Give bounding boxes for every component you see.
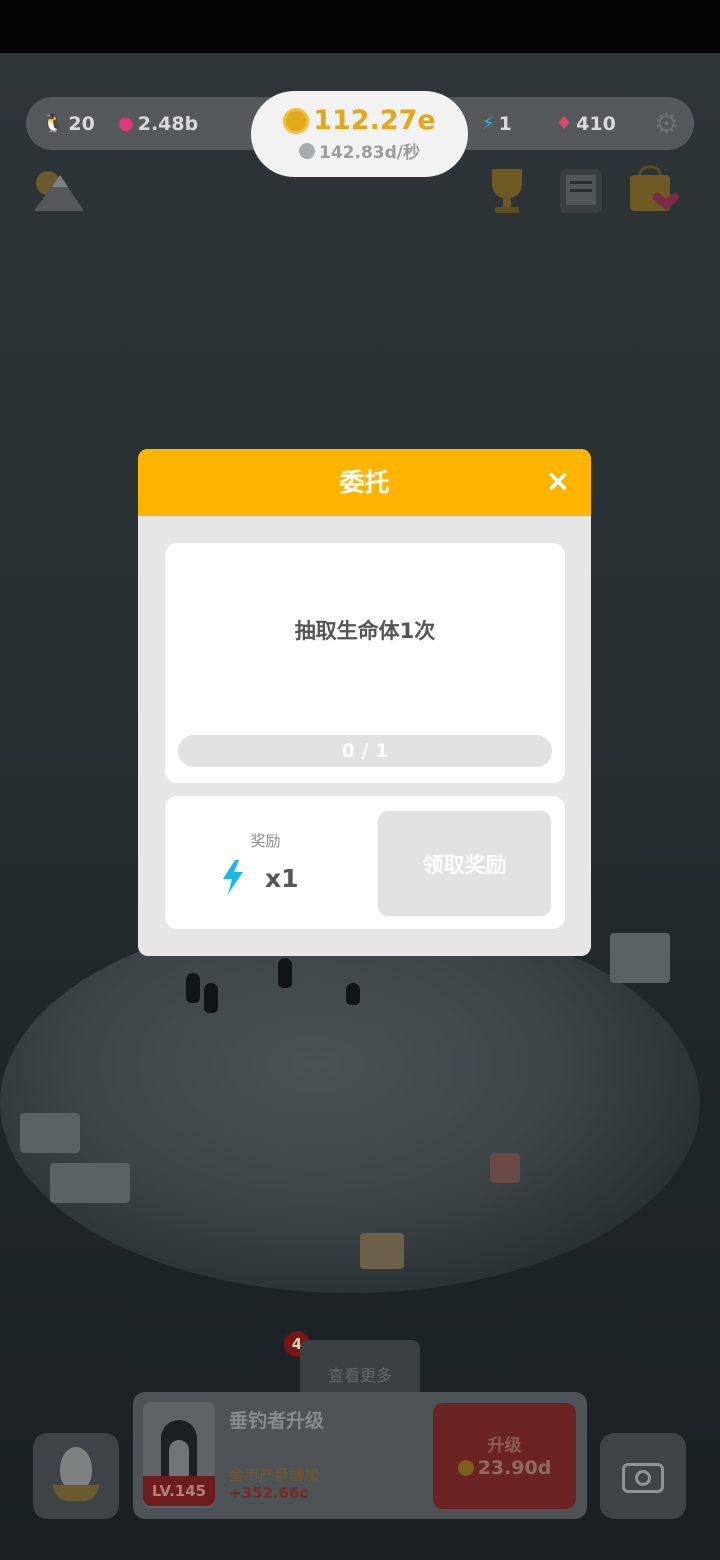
reward-quantity: x1 xyxy=(265,864,299,893)
upgrade-button[interactable]: 升级 23.90d xyxy=(433,1403,576,1509)
shop-bag-icon[interactable] xyxy=(626,165,680,215)
egg-button[interactable] xyxy=(33,1433,119,1519)
gear-icon[interactable]: ⚙ xyxy=(654,97,679,150)
upgrade-description: 金币产量增加 xyxy=(229,1466,320,1484)
claim-reward-button[interactable]: 领取奖励 xyxy=(378,811,551,916)
upgrade-bonus: +352.66c xyxy=(229,1484,309,1502)
diamond-value: 410 xyxy=(576,112,616,135)
energy-counter: ⚡ 1 xyxy=(482,97,512,150)
pink-gem-icon: ● xyxy=(118,112,134,134)
mountain-map-icon[interactable] xyxy=(32,165,86,215)
upgrade-panel: LV.145 垂钓者升级 金币产量增加 +352.66c 升级 23.90d xyxy=(133,1392,587,1519)
coin-value: 112.27e xyxy=(313,105,436,136)
coin-total: 112.27e xyxy=(283,105,436,136)
camera-button[interactable] xyxy=(600,1433,686,1519)
lightning-bolt-icon: ⚡ xyxy=(482,112,495,134)
penguin-figure xyxy=(278,958,292,988)
coin-rate-value: 142.83d/秒 xyxy=(319,143,420,163)
task-progress-bar: 0 / 1 xyxy=(178,735,552,767)
diamond-counter: ♦ 410 xyxy=(556,97,616,150)
clipboard-icon[interactable] xyxy=(554,165,608,215)
dialog-title: 委托 xyxy=(339,468,390,497)
reward-label: 奖励 xyxy=(250,832,281,850)
penguin-figure xyxy=(204,983,218,1013)
nest-icon xyxy=(53,1485,99,1501)
treasure-chest[interactable] xyxy=(360,1233,404,1269)
silver-coin-icon xyxy=(299,142,315,159)
energy-value: 1 xyxy=(498,112,512,135)
upgrade-title: 垂钓者升级 xyxy=(229,1410,325,1432)
red-diamond-icon: ♦ xyxy=(556,112,573,134)
population-counter: 🐧 20 xyxy=(42,97,95,150)
ice-block xyxy=(20,1113,80,1153)
pink-gem-value: 2.48b xyxy=(137,112,199,135)
task-description: 抽取生命体1次 xyxy=(294,619,436,643)
reward-card: 奖励 x1 领取奖励 xyxy=(165,796,565,929)
coin-panel: 112.27e 142.83d/秒 xyxy=(251,91,468,177)
penguin-icon: 🐧 xyxy=(42,112,65,134)
upgrade-cost-value: 23.90d xyxy=(477,1457,552,1479)
upgrade-button-label: 升级 xyxy=(487,1436,522,1456)
level-badge: LV.145 xyxy=(143,1476,215,1506)
trophy-icon[interactable] xyxy=(480,165,534,215)
penguin-figure xyxy=(186,973,200,1003)
close-button[interactable]: × xyxy=(539,463,577,501)
camera-lens xyxy=(635,1470,651,1486)
ice-block xyxy=(50,1163,130,1203)
population-value: 20 xyxy=(68,112,95,135)
task-card: 抽取生命体1次 0 / 1 xyxy=(165,543,565,783)
gold-coin-icon xyxy=(283,107,310,134)
ice-block xyxy=(610,933,670,983)
upgrade-cost: 23.90d xyxy=(433,1457,576,1479)
penguin-figure xyxy=(346,983,360,1005)
island-terrain xyxy=(0,913,700,1293)
gift-box[interactable] xyxy=(490,1153,520,1183)
gold-coin-icon xyxy=(457,1460,474,1476)
lightning-bolt-icon xyxy=(223,860,243,894)
progress-text: 0 / 1 xyxy=(341,740,389,762)
pink-gem-counter: ● 2.48b xyxy=(118,97,198,150)
coin-rate: 142.83d/秒 xyxy=(299,138,420,163)
commission-dialog: 委托 × 抽取生命体1次 0 / 1 奖励 x1 领取奖励 xyxy=(138,449,591,956)
status-bar xyxy=(0,0,720,53)
see-more-button[interactable]: 查看更多 xyxy=(300,1340,420,1392)
